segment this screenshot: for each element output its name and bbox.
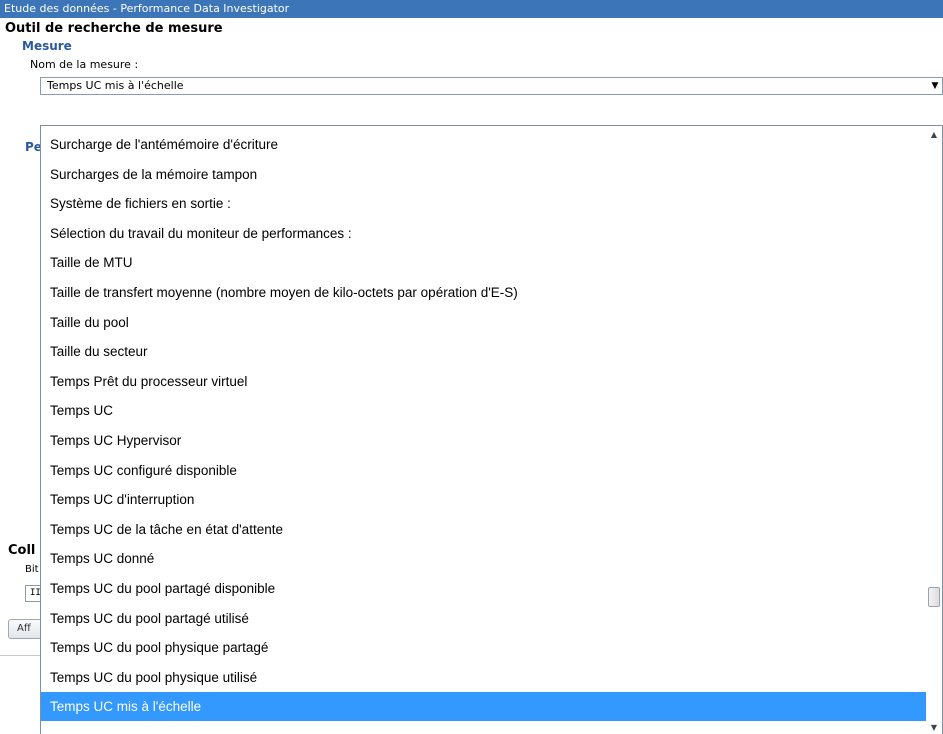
dropdown-option[interactable]: Temps UC Hypervisor — [41, 426, 926, 455]
dropdown-option[interactable]: Temps UC donné — [41, 544, 926, 573]
dropdown-option[interactable]: Taille de transfert moyenne (nombre moye… — [41, 278, 926, 307]
dropdown-option[interactable]: Temps UC d'interruption — [41, 485, 926, 514]
metric-name-selected-value: Temps UC mis à l'échelle — [47, 79, 184, 92]
dropdown-option[interactable]: Temps UC du pool partagé utilisé — [41, 604, 926, 633]
dropdown-option[interactable]: Surcharges de la mémoire tampon — [41, 160, 926, 189]
dropdown-option[interactable]: Temps UC du pool physique partagé — [41, 633, 926, 662]
performance-data-investigator-page: Etude des données - Performance Data Inv… — [0, 0, 943, 734]
divider — [0, 655, 40, 656]
dropdown-option[interactable]: Temps Prêt du processeur virtuel — [41, 367, 926, 396]
dropdown-option[interactable]: Temps UC du pool partagé disponible — [41, 574, 926, 603]
dropdown-option[interactable]: Temps UC du pool physique utilisé — [41, 663, 926, 692]
perf-section-heading: Pe — [25, 140, 40, 154]
library-label: Bit — [25, 564, 39, 575]
dropdown-option[interactable]: Temps UC configuré disponible — [41, 456, 926, 485]
dropdown-option-selected[interactable]: Temps UC mis à l'échelle — [41, 692, 926, 721]
collection-section-heading: Coll — [8, 543, 36, 558]
window-title: Etude des données - Performance Data Inv… — [0, 0, 943, 18]
dropdown-option[interactable]: Système de fichiers en sortie : — [41, 189, 926, 218]
dropdown-option[interactable]: Temps UC de la tâche en état d'attente — [41, 515, 926, 544]
chevron-down-icon[interactable]: ▼ — [928, 78, 942, 94]
dropdown-option[interactable]: Taille du pool — [41, 308, 926, 337]
metric-name-select[interactable]: Temps UC mis à l'échelle ▼ — [40, 77, 943, 95]
dropdown-option[interactable]: Temps UC — [41, 396, 926, 425]
dropdown-option[interactable]: Surcharge de l'antémémoire d'écriture — [41, 130, 926, 159]
scroll-up-arrow-icon[interactable]: ▲ — [926, 128, 942, 142]
dropdown-option[interactable]: Sélection du travail du moniteur de perf… — [41, 219, 926, 248]
section-title-mesure: Mesure — [22, 39, 72, 53]
dropdown-scrollbar[interactable]: ▲ ▼ — [926, 126, 942, 734]
panel-title: Outil de recherche de mesure — [5, 21, 223, 36]
dropdown-option[interactable]: Taille de MTU — [41, 248, 926, 277]
dropdown-option[interactable]: Taille du secteur — [41, 337, 926, 366]
scrollbar-thumb[interactable] — [928, 587, 940, 607]
scroll-down-arrow-icon[interactable]: ▼ — [926, 721, 942, 734]
metric-name-label: Nom de la mesure : — [30, 58, 139, 71]
metric-name-dropdown-list[interactable]: Surcharge de l'antémémoire d'écriture Sur… — [40, 125, 943, 734]
